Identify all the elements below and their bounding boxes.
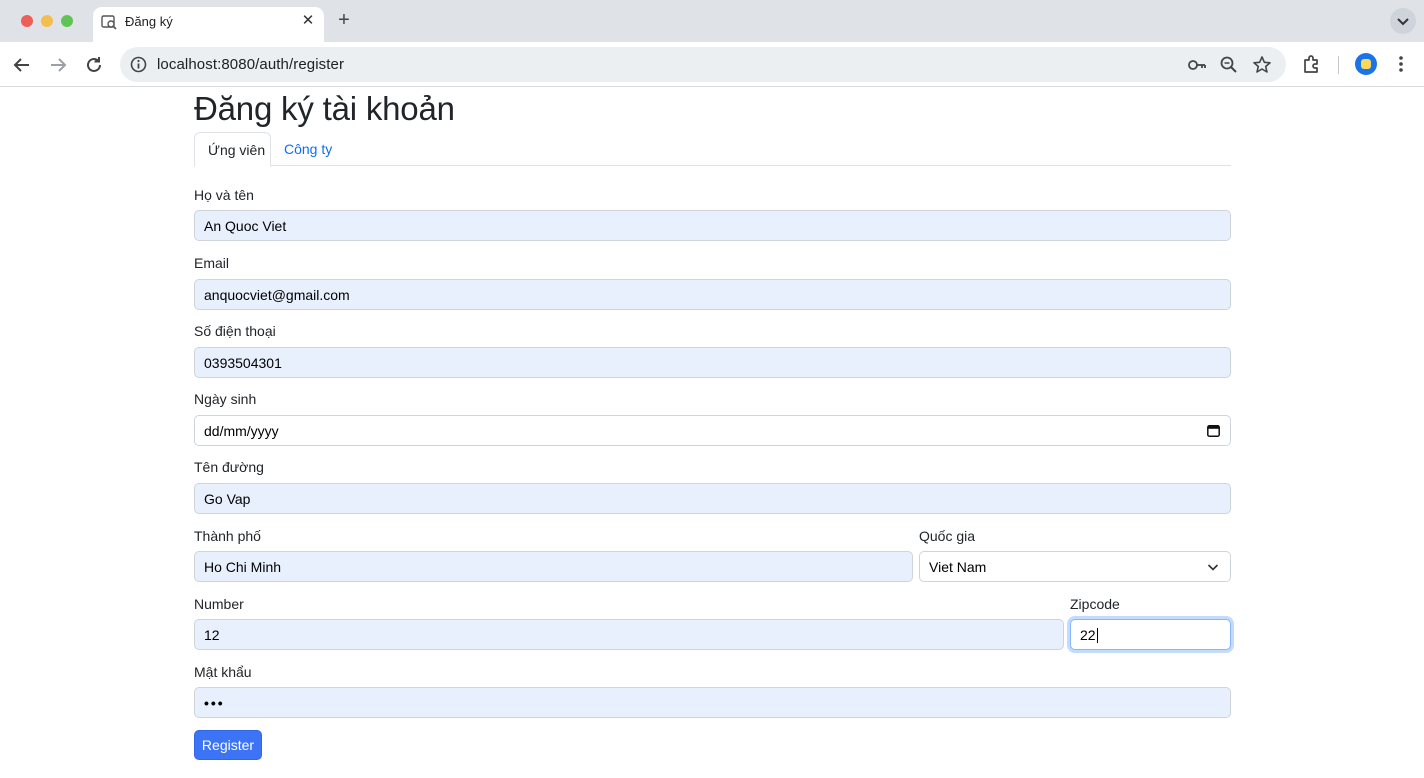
browser-tab-strip: Đăng ký ✕ + bbox=[0, 0, 1424, 42]
url-text: localhost:8080/auth/register bbox=[157, 56, 345, 73]
toolbar-divider bbox=[1338, 56, 1339, 74]
text-caret bbox=[1096, 628, 1098, 643]
city-label: Thành phố bbox=[194, 528, 261, 544]
dob-label: Ngày sinh bbox=[194, 391, 257, 407]
country-label: Quốc gia bbox=[919, 528, 976, 544]
password-key-icon[interactable] bbox=[1187, 55, 1207, 75]
zipcode-input[interactable]: 22 bbox=[1070, 619, 1231, 650]
maximize-window-button[interactable] bbox=[61, 15, 73, 27]
browser-toolbar: localhost:8080/auth/register bbox=[0, 42, 1424, 87]
tab-candidate[interactable]: Ứng viên bbox=[194, 132, 271, 167]
street-label: Tên đường bbox=[194, 459, 264, 475]
register-button[interactable]: Register bbox=[194, 730, 262, 760]
fullname-label: Họ và tên bbox=[194, 187, 254, 203]
password-input[interactable]: ••• bbox=[194, 687, 1231, 718]
reload-icon[interactable] bbox=[83, 54, 105, 76]
profile-avatar[interactable] bbox=[1355, 53, 1377, 75]
city-input[interactable]: Ho Chi Minh bbox=[194, 551, 913, 582]
tab-search-button[interactable] bbox=[1390, 8, 1416, 34]
email-label: Email bbox=[194, 255, 230, 271]
tab-company[interactable]: Công ty bbox=[271, 132, 345, 166]
chevron-down-icon bbox=[1397, 18, 1409, 26]
back-icon[interactable] bbox=[11, 54, 33, 76]
info-icon[interactable] bbox=[130, 56, 147, 73]
page-title: Đăng ký tài khoản bbox=[194, 90, 455, 127]
new-tab-button[interactable]: + bbox=[335, 10, 353, 30]
address-bar[interactable]: localhost:8080/auth/register bbox=[120, 47, 1286, 82]
minimize-window-button[interactable] bbox=[41, 15, 53, 27]
street-input[interactable]: Go Vap bbox=[194, 483, 1231, 514]
tab-title: Đăng ký bbox=[125, 14, 173, 29]
bookmark-star-icon[interactable] bbox=[1252, 55, 1272, 75]
forward-icon[interactable] bbox=[47, 54, 69, 76]
fullname-input[interactable]: An Quoc Viet bbox=[194, 210, 1231, 241]
extensions-icon[interactable] bbox=[1301, 53, 1323, 75]
country-select[interactable]: Viet Nam bbox=[919, 551, 1231, 582]
chevron-down-icon bbox=[1207, 564, 1219, 571]
account-type-tabs: Ứng viên Công ty bbox=[194, 132, 1231, 167]
zoom-icon[interactable] bbox=[1219, 55, 1239, 75]
password-label: Mật khẩu bbox=[194, 664, 252, 680]
dob-input[interactable]: dd/mm/yyyy bbox=[194, 415, 1231, 446]
zipcode-label: Zipcode bbox=[1070, 596, 1120, 612]
calendar-icon[interactable] bbox=[1207, 424, 1220, 437]
number-label: Number bbox=[194, 596, 244, 612]
email-input[interactable]: anquocviet@gmail.com bbox=[194, 279, 1231, 310]
menu-icon[interactable] bbox=[1390, 53, 1412, 75]
zipcode-value: 22 bbox=[1080, 627, 1096, 643]
country-selected-value: Viet Nam bbox=[929, 559, 987, 575]
phone-input[interactable]: 0393504301 bbox=[194, 347, 1231, 378]
browser-tab[interactable]: Đăng ký ✕ bbox=[93, 7, 324, 42]
dob-placeholder: dd/mm/yyyy bbox=[204, 423, 279, 439]
page-favicon-icon bbox=[101, 15, 117, 30]
number-input[interactable]: 12 bbox=[194, 619, 1064, 650]
close-tab-icon[interactable]: ✕ bbox=[300, 13, 316, 29]
phone-label: Số điện thoại bbox=[194, 323, 276, 339]
close-window-button[interactable] bbox=[21, 15, 33, 27]
